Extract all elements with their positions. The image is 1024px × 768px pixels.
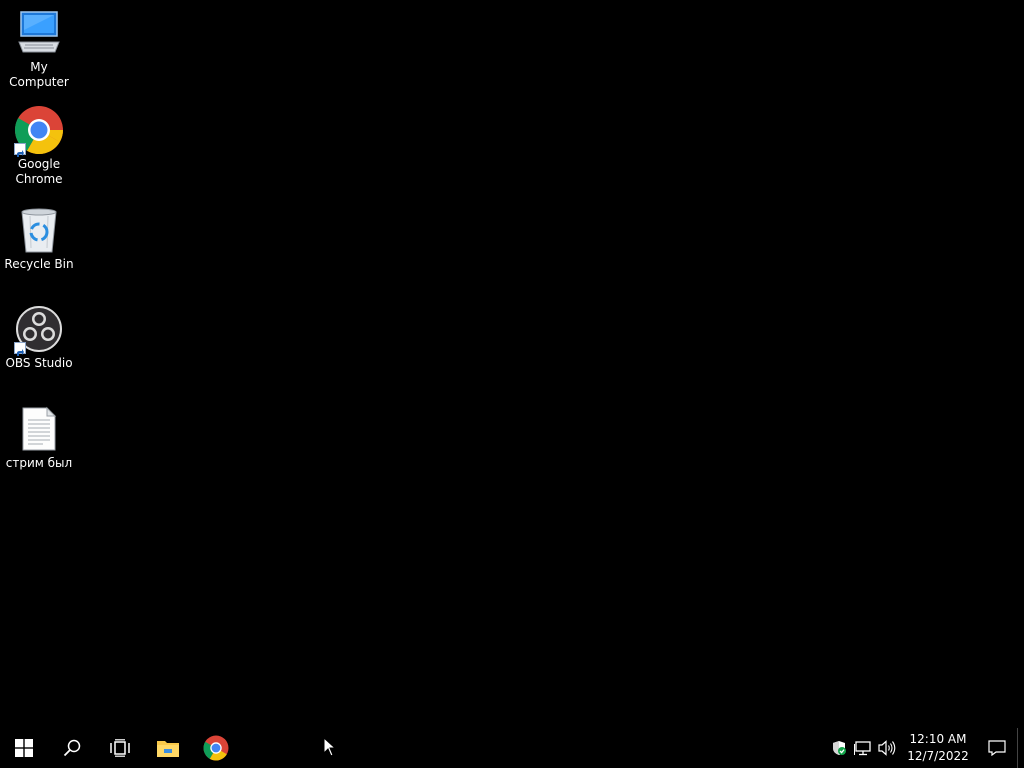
desktop-icon-text-file[interactable]: стрим был (0, 404, 78, 471)
task-view-button[interactable] (96, 728, 144, 768)
desktop-icon-label: стрим был (5, 456, 73, 470)
network-icon[interactable] (851, 728, 875, 768)
desktop-icon-label: Recycle Bin (4, 257, 74, 271)
computer-icon (14, 8, 64, 58)
clock[interactable]: 12:10 AM 12/7/2022 (907, 731, 969, 765)
search-icon (63, 739, 81, 757)
security-shield-icon[interactable] (827, 728, 851, 768)
search-button[interactable] (48, 728, 96, 768)
clock-date: 12/7/2022 (907, 749, 969, 763)
start-button[interactable] (0, 728, 48, 768)
notification-icon (988, 740, 1006, 756)
desktop-icon-label: Google Chrome (15, 157, 63, 186)
shortcut-arrow-icon (14, 143, 26, 157)
chrome-icon (14, 105, 64, 157)
task-view-icon (110, 739, 130, 757)
volume-icon[interactable] (875, 728, 899, 768)
desktop-icon-label: OBS Studio (5, 356, 73, 370)
windows-logo-icon (15, 739, 33, 757)
show-desktop-button[interactable] (1017, 728, 1024, 768)
taskbar: 12:10 AM 12/7/2022 (0, 728, 1024, 768)
chrome-taskbar-button[interactable] (192, 728, 240, 768)
desktop-icon-my-computer[interactable]: My Computer (0, 8, 78, 90)
system-tray: 12:10 AM 12/7/2022 (827, 728, 1024, 768)
desktop-icon-google-chrome[interactable]: Google Chrome (0, 105, 78, 187)
chrome-icon (203, 735, 229, 761)
file-explorer-button[interactable] (144, 728, 192, 768)
desktop[interactable]: My Computer Google Chrome Recycle Bin OB… (0, 0, 1024, 728)
folder-icon (157, 741, 179, 757)
recycle-bin-icon (14, 205, 64, 255)
desktop-icon-recycle-bin[interactable]: Recycle Bin (0, 205, 78, 272)
mouse-pointer-icon (323, 736, 337, 761)
desktop-icon-label: My Computer (9, 60, 69, 89)
obs-icon (14, 304, 64, 356)
shortcut-arrow-icon (14, 342, 26, 356)
desktop-icon-obs-studio[interactable]: OBS Studio (0, 304, 78, 371)
action-center-button[interactable] (977, 728, 1017, 768)
clock-time: 12:10 AM (909, 732, 967, 746)
text-file-icon (14, 404, 64, 454)
